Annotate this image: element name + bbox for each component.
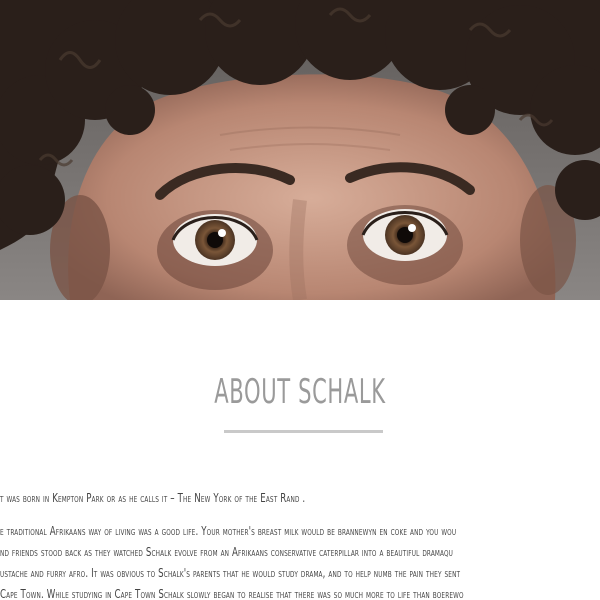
bio-line: e traditional Afrikaans way of living wa… — [0, 524, 457, 538]
title-divider — [224, 430, 383, 433]
portrait-illustration — [0, 0, 600, 300]
bio-text: t was born in Kempton Park or as he call… — [0, 488, 600, 600]
hero-portrait-image — [0, 0, 600, 300]
bio-line: ustache and furry afro. It was obvious t… — [0, 566, 461, 580]
bio-paragraph-intro: t was born in Kempton Park or as he call… — [0, 491, 306, 505]
bio-line: Cape Town. While studying in Cape Town S… — [0, 587, 464, 600]
page: ABOUT SCHALK t was born in Kempton Park … — [0, 0, 600, 600]
section-title: ABOUT SCHALK — [214, 372, 386, 412]
bio-line: nd friends stood back as they watched Sc… — [0, 545, 454, 559]
